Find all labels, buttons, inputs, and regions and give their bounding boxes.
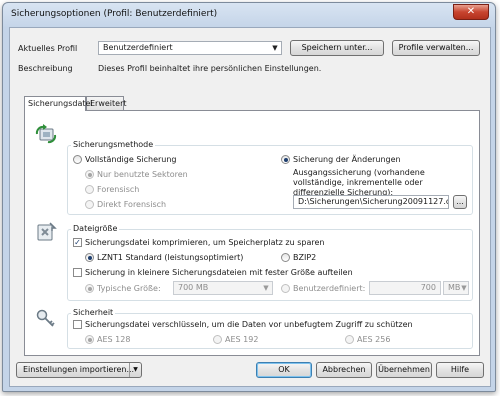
split-checkbox[interactable] [73,268,82,277]
profile-select[interactable]: Benutzerdefiniert ▼ [98,41,282,55]
window-title: Sicherungsoptionen (Profil: Benutzerdefi… [11,9,218,19]
dialog-client: Aktuelles Profil Benutzerdefiniert ▼ Spe… [9,27,491,387]
encrypt-checkbox[interactable] [73,320,82,329]
custom-size-label: Benutzerdefiniert: [293,284,366,293]
aes128-radio[interactable] [85,335,94,344]
forensic-radio[interactable] [85,185,94,194]
security-key-icon [36,309,55,327]
tab-backup-file[interactable]: Sicherungsdatei [24,96,93,111]
help-button[interactable]: Hilfe [436,362,484,378]
aes256-label: AES 256 [357,335,391,344]
backup-method-icon [35,124,57,144]
chevron-down-icon: ▼ [272,44,278,52]
apply-button[interactable]: Übernehmen [376,362,432,378]
full-backup-label: Vollständige Sicherung [85,155,177,164]
typical-size-select[interactable]: 700 MB ▼ [173,281,273,295]
aes256-radio[interactable] [345,335,354,344]
file-size-legend: Dateigröße [71,224,120,233]
custom-size-radio[interactable] [281,284,290,293]
manage-profiles-button[interactable]: Profile verwalten... [392,40,480,56]
close-button[interactable]: ✕ [453,4,489,20]
security-legend: Sicherheit [71,308,116,317]
backup-method-legend: Sicherungsmethode [71,140,156,149]
used-sectors-label: Nur benutzte Sektoren [97,170,188,179]
base-backup-path-field[interactable]: D:\Sicherungen\Sicherung20091127.omg [293,195,449,209]
forensic-label: Forensisch [97,185,140,194]
profile-label: Aktuelles Profil [18,44,78,53]
dialog-window: Sicherungsoptionen (Profil: Benutzerdefi… [2,2,496,392]
cancel-button[interactable]: Abbrechen [316,362,372,378]
import-settings-label: Einstellungen importieren... [23,365,135,374]
custom-size-field[interactable]: 700 [369,281,441,295]
profile-select-value: Benutzerdefiniert [103,43,173,52]
save-as-button[interactable]: Speichern unter... [290,40,384,56]
base-backup-label: Ausgangssicherung (vorhandene vollständi… [293,168,425,197]
typical-size-label: Typische Größe: [97,284,161,293]
full-backup-radio[interactable] [73,155,82,164]
lznt1-radio[interactable] [85,253,94,262]
incremental-backup-radio[interactable] [281,155,290,164]
typical-size-radio[interactable] [85,284,94,293]
browse-button[interactable]: ... [453,195,467,209]
description-label: Beschreibung [18,64,73,73]
incremental-backup-label: Sicherung der Änderungen [293,155,401,164]
chevron-down-icon: ▼ [461,284,467,292]
file-size-icon [37,222,57,241]
ok-button[interactable]: OK [256,362,312,378]
compress-label: Sicherungsdatei komprimieren, um Speiche… [85,238,325,247]
profile-description: Dieses Profil beinhaltet ihre persönlich… [98,64,322,73]
typical-size-value: 700 MB [178,283,209,292]
title-bar[interactable]: Sicherungsoptionen (Profil: Benutzerdefi… [3,3,495,27]
bzip2-radio[interactable] [281,253,290,262]
bzip2-label: BZIP2 [293,253,317,262]
direct-forensic-label: Direkt Forensisch [97,200,167,209]
custom-size-unit-select[interactable]: MB ▼ [443,281,469,295]
split-label: Sicherung in kleinere Sicherungsdateien … [85,268,353,277]
direct-forensic-radio[interactable] [85,200,94,209]
custom-size-unit-value: MB [448,283,461,292]
import-settings-button[interactable]: Einstellungen importieren... ▼ [16,362,142,378]
used-sectors-radio[interactable] [85,170,94,179]
chevron-down-icon: ▼ [263,284,269,292]
aes192-radio[interactable] [213,335,222,344]
dropdown-arrow-icon[interactable]: ▼ [129,363,141,377]
aes128-label: AES 128 [97,335,131,344]
compress-checkbox[interactable]: ✓ [73,238,82,247]
encrypt-label: Sicherungsdatei verschlüsseln, um die Da… [85,320,413,329]
tab-panel: Sicherungsmethode Vollständige Sicherung… [24,110,480,356]
aes192-label: AES 192 [225,335,259,344]
lznt1-label: LZNT1 Standard (leistungsoptimiert) [97,253,244,262]
